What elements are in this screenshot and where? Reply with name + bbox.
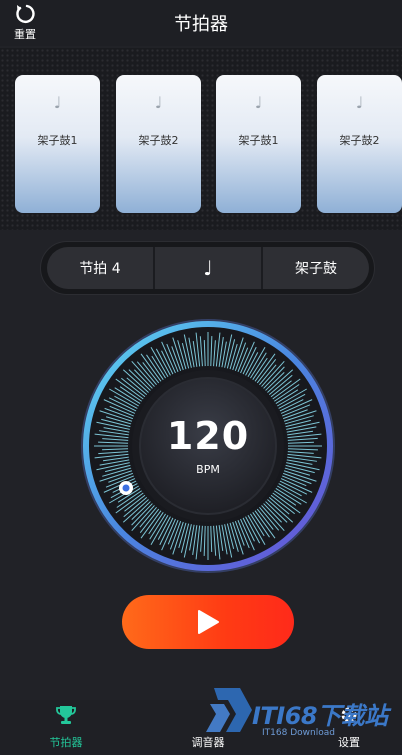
- watermark-brand: ITI68下载站: [252, 702, 388, 730]
- sound-card-label: 架子鼓1: [238, 134, 279, 147]
- play-button[interactable]: [122, 595, 294, 649]
- note-icon: ♩: [53, 93, 62, 112]
- note-icon: ♩: [355, 93, 364, 112]
- play-icon: [198, 610, 219, 634]
- watermark: ITI68下载站 IT168 Download: [196, 678, 396, 750]
- nav-metronome[interactable]: 节拍器: [26, 704, 106, 750]
- sound-select-button[interactable]: 架子鼓: [261, 247, 369, 289]
- nav-metronome-label: 节拍器: [49, 736, 83, 749]
- beat-count-button[interactable]: 节拍 4: [47, 247, 153, 289]
- bpm-value: 120: [166, 414, 250, 458]
- note-icon: ♩: [254, 93, 263, 112]
- sound-card-2[interactable]: ♩ 架子鼓2: [116, 75, 201, 213]
- bpm-unit: BPM: [196, 463, 220, 476]
- sound-card-label: 架子鼓2: [138, 134, 179, 147]
- sound-card-label: 架子鼓1: [37, 134, 78, 147]
- header: 重置 节拍器: [0, 0, 402, 46]
- tempo-dial[interactable]: 120 BPM: [80, 318, 336, 574]
- sound-cards-area: ♩ 架子鼓1 ♩ 架子鼓2 ♩ 架子鼓1 ♩ 架子鼓2: [0, 48, 402, 230]
- watermark-logo-icon: [206, 688, 252, 732]
- trophy-icon: [56, 706, 76, 724]
- note-icon: ♩: [154, 93, 163, 112]
- note-value-button[interactable]: ♩: [153, 247, 261, 289]
- sound-card-1[interactable]: ♩ 架子鼓1: [15, 75, 100, 213]
- sound-card-4[interactable]: ♩ 架子鼓2: [317, 75, 402, 213]
- sound-card-label: 架子鼓2: [339, 134, 380, 147]
- sound-card-3[interactable]: ♩ 架子鼓1: [216, 75, 301, 213]
- settings-segmented-bar: 节拍 4 ♩ 架子鼓: [40, 241, 375, 295]
- watermark-sub: IT168 Download: [262, 728, 335, 738]
- page-title: 节拍器: [174, 14, 228, 35]
